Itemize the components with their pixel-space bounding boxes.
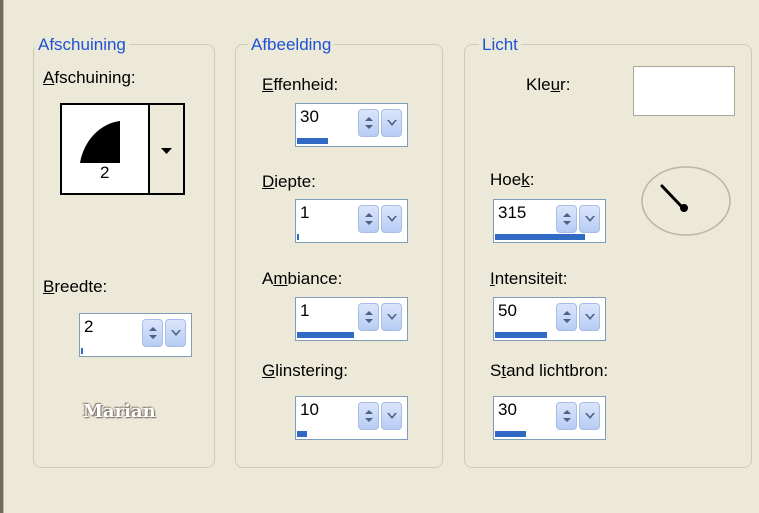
spin-arrows-icon[interactable] — [556, 402, 602, 430]
spin-updown-button[interactable] — [556, 205, 577, 233]
spin-updown-button[interactable] — [142, 319, 163, 347]
dropdown-button[interactable] — [150, 105, 183, 193]
angle-level-bar — [495, 234, 585, 240]
intensity-value: 50 — [498, 301, 517, 320]
ambience-accel: m — [273, 269, 288, 288]
ambience-level-bar — [297, 332, 354, 338]
intensity-level-bar — [495, 332, 547, 338]
bevel-label-rest: fschuining: — [54, 68, 136, 87]
spin-dropdown-button[interactable] — [579, 205, 600, 233]
spin-arrows-icon[interactable] — [556, 303, 602, 331]
color-rest: r: — [560, 75, 571, 94]
width-label-rest: reedte: — [54, 277, 108, 296]
depth-level-bar — [297, 234, 299, 240]
spin-dropdown-button[interactable] — [381, 303, 402, 331]
width-level-bar — [81, 348, 83, 354]
elevation-spinner[interactable]: 30 — [493, 396, 606, 440]
elevation-rest: and lichtbron: — [506, 361, 609, 380]
intensity-rest: ntensiteit: — [494, 269, 568, 288]
ambience-pre: A — [262, 269, 274, 288]
shine-level-bar — [297, 431, 307, 437]
shine-label: Glinstering: — [262, 361, 348, 381]
angle-spinner[interactable]: 315 — [493, 199, 606, 243]
angle-rest: : — [529, 170, 535, 189]
spin-dropdown-button[interactable] — [579, 303, 600, 331]
ambience-value: 1 — [300, 301, 310, 320]
color-label: Kleur: — [526, 75, 570, 95]
bevel-label-accel: A — [43, 68, 55, 87]
smoothness-accel: E — [262, 75, 274, 94]
smoothness-spinner[interactable]: 30 — [295, 103, 408, 147]
spin-dropdown-button[interactable] — [381, 205, 402, 233]
width-value: 2 — [84, 317, 94, 336]
depth-rest: iepte: — [274, 172, 316, 191]
angle-value: 315 — [498, 203, 527, 222]
spin-updown-button[interactable] — [358, 402, 379, 430]
spin-updown-button[interactable] — [358, 303, 379, 331]
smoothness-level-bar — [297, 138, 328, 144]
spin-updown-button[interactable] — [556, 402, 577, 430]
chevron-down-icon — [161, 148, 172, 154]
depth-value: 1 — [300, 203, 310, 222]
spin-updown-button[interactable] — [358, 109, 379, 137]
spin-arrows-icon[interactable] — [556, 205, 602, 233]
spin-updown-button[interactable] — [358, 205, 379, 233]
width-label-accel: B — [43, 277, 55, 296]
shine-value: 10 — [300, 400, 319, 419]
bevel-label: Afschuining: — [43, 68, 136, 88]
spin-dropdown-button[interactable] — [381, 109, 402, 137]
depth-accel: D — [262, 172, 275, 191]
shine-accel: G — [262, 361, 276, 380]
elevation-label: Stand lichtbron: — [490, 361, 608, 381]
shine-rest: linstering: — [275, 361, 348, 380]
signature-watermark: Marian — [83, 401, 156, 422]
smoothness-rest: ffenheid: — [273, 75, 339, 94]
spin-arrows-icon[interactable] — [358, 402, 404, 430]
intensity-spinner[interactable]: 50 — [493, 297, 606, 341]
ambience-rest: biance: — [287, 269, 343, 288]
image-group-legend: Afbeelding — [248, 35, 335, 55]
depth-label: Diepte: — [262, 172, 316, 192]
bevel-preset-dropdown[interactable]: 2 — [60, 103, 185, 195]
ambience-spinner[interactable]: 1 — [295, 297, 408, 341]
spin-dropdown-button[interactable] — [579, 402, 600, 430]
depth-spinner[interactable]: 1 — [295, 199, 408, 243]
intensity-label: Intensiteit: — [490, 269, 568, 289]
width-spinner[interactable]: 2 — [79, 313, 192, 357]
bevel-group-legend: Afschuining — [35, 35, 129, 55]
spin-arrows-icon[interactable] — [358, 109, 404, 137]
spin-arrows-icon[interactable] — [358, 303, 404, 331]
angle-label: Hoek: — [490, 170, 534, 190]
smoothness-label: Effenheid: — [262, 75, 338, 95]
spin-updown-button[interactable] — [556, 303, 577, 331]
angle-accel: k — [521, 170, 530, 189]
spin-dropdown-button[interactable] — [381, 402, 402, 430]
ambience-label: Ambiance: — [262, 269, 342, 289]
shine-spinner[interactable]: 10 — [295, 396, 408, 440]
spin-arrows-icon[interactable] — [142, 319, 188, 347]
color-pre: Kle — [526, 75, 551, 94]
angle-pre: Hoe — [490, 170, 522, 189]
light-color-swatch[interactable] — [633, 66, 735, 116]
bevel-preview-number: 2 — [100, 163, 110, 182]
spin-dropdown-button[interactable] — [165, 319, 186, 347]
elevation-value: 30 — [498, 400, 517, 419]
light-group-legend: Licht — [479, 35, 521, 55]
window-border-inner — [3, 0, 4, 513]
width-label: Breedte: — [43, 277, 107, 297]
spin-arrows-icon[interactable] — [358, 205, 404, 233]
bevel-shape-preview — [80, 121, 120, 163]
smoothness-value: 30 — [300, 107, 319, 126]
elevation-level-bar — [495, 431, 526, 437]
angle-dial-icon[interactable] — [640, 165, 732, 237]
color-accel: u — [550, 75, 561, 94]
elevation-pre: S — [490, 361, 502, 380]
